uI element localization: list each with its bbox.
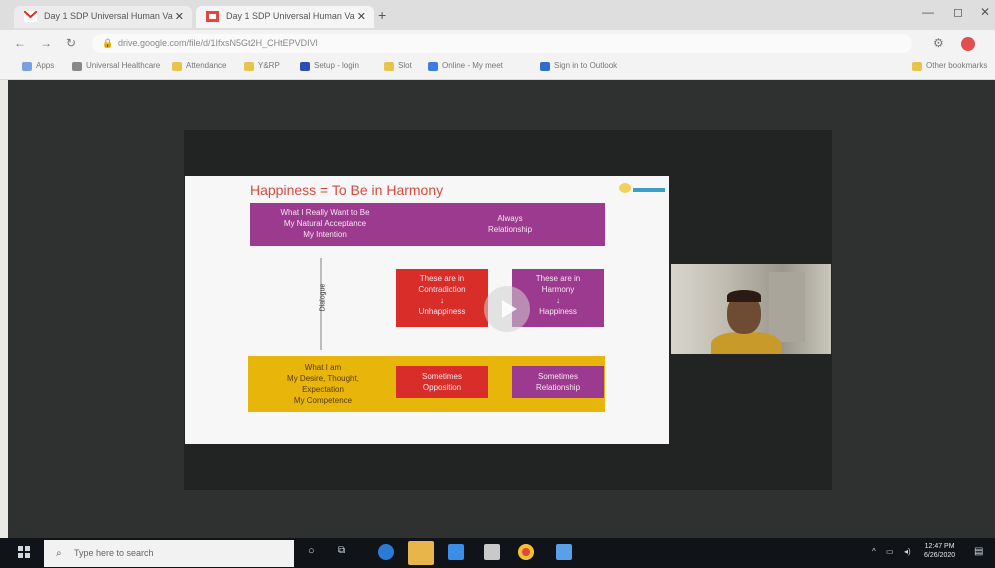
folder-icon bbox=[172, 62, 182, 71]
url-text: drive.google.com/file/d/1IfxsN5Gt2H_CHtE… bbox=[118, 38, 318, 48]
dialogue-label: Dialogue bbox=[319, 283, 327, 312]
folder-icon bbox=[244, 62, 254, 71]
extension-icon[interactable]: ⚙ bbox=[933, 36, 944, 50]
apps-icon bbox=[22, 62, 32, 71]
edge-icon[interactable] bbox=[378, 544, 394, 560]
bottom-band-left: What I am My Desire, Thought, Expectatio… bbox=[287, 363, 359, 405]
profile-avatar[interactable] bbox=[961, 37, 975, 51]
search-icon: ⌕ bbox=[56, 548, 62, 559]
lock-icon: 🔒 bbox=[102, 38, 114, 48]
bookmark-item[interactable]: Setup - login bbox=[300, 61, 359, 71]
chrome-icon[interactable] bbox=[518, 544, 534, 560]
taskbar: ⌕ Type here to search ○ ⧉ ^ ▭ ◂) 12:47 P… bbox=[0, 538, 995, 568]
slide-title: Happiness = To Be in Harmony bbox=[250, 182, 444, 198]
bookmark-item[interactable]: Slot bbox=[384, 61, 412, 71]
bookmark-item[interactable]: Apps bbox=[22, 61, 54, 71]
window-close-icon[interactable]: ✕ bbox=[980, 5, 990, 19]
folder-icon bbox=[384, 62, 394, 71]
maximize-icon[interactable]: ◻ bbox=[953, 5, 963, 19]
tray-chevron-icon[interactable]: ^ bbox=[872, 547, 876, 556]
slides-icon bbox=[206, 11, 219, 22]
play-button[interactable] bbox=[484, 286, 530, 332]
notifications-icon[interactable]: ▤ bbox=[974, 546, 983, 557]
bookmark-item[interactable]: Universal Healthcare bbox=[72, 61, 160, 71]
logo-bar bbox=[633, 188, 665, 192]
page-icon bbox=[72, 62, 82, 71]
search-placeholder: Type here to search bbox=[74, 548, 154, 558]
logo-icon bbox=[619, 183, 631, 193]
close-icon[interactable]: ✕ bbox=[357, 10, 366, 23]
task-view-icon[interactable]: ⧉ bbox=[338, 545, 345, 556]
gmail-icon bbox=[24, 11, 37, 22]
minimize-icon[interactable]: — bbox=[922, 5, 934, 19]
tab-label: Day 1 SDP Universal Human Va bbox=[44, 11, 173, 21]
bookmark-item[interactable]: Online - My meet bbox=[428, 61, 503, 71]
forward-icon[interactable]: → bbox=[40, 36, 52, 50]
tab-slides[interactable]: Day 1 SDP Universal Human Va ✕ bbox=[196, 6, 374, 28]
bookmark-item[interactable]: Y&RP bbox=[244, 61, 280, 71]
play-icon bbox=[502, 300, 517, 318]
outlook-icon bbox=[540, 62, 550, 71]
url-input[interactable]: 🔒 drive.google.com/file/d/1IfxsN5Gt2H_CH… bbox=[92, 34, 912, 53]
tab-gmail[interactable]: Day 1 SDP Universal Human Va ✕ bbox=[14, 6, 192, 28]
presentation-slide: Happiness = To Be in Harmony What I Real… bbox=[185, 176, 669, 444]
tab-label: Day 1 SDP Universal Human Va bbox=[226, 11, 355, 21]
taskbar-search-input[interactable]: ⌕ Type here to search bbox=[44, 540, 294, 567]
participant-video[interactable] bbox=[671, 264, 831, 354]
top-band: What I Really Want to Be My Natural Acce… bbox=[250, 203, 605, 246]
folder-icon bbox=[912, 62, 922, 71]
bookmark-item[interactable]: Attendance bbox=[172, 61, 226, 71]
network-icon[interactable]: ▭ bbox=[886, 547, 894, 556]
video-door bbox=[769, 272, 805, 342]
address-bar-row: ← → ↻ 🔒 drive.google.com/file/d/1IfxsN5G… bbox=[0, 30, 995, 57]
participant-hair bbox=[727, 290, 761, 302]
page-icon bbox=[428, 62, 438, 71]
taskbar-clock[interactable]: 12:47 PM 6/26/2020 bbox=[924, 542, 955, 560]
windows-start-icon[interactable] bbox=[18, 546, 30, 558]
participant-body bbox=[711, 332, 781, 354]
bookmark-item[interactable]: Other bookmarks bbox=[912, 61, 987, 71]
file-explorer-icon[interactable] bbox=[408, 541, 434, 565]
top-band-right: Always Relationship bbox=[487, 214, 533, 234]
volume-icon[interactable]: ◂) bbox=[904, 547, 911, 556]
photos-icon[interactable] bbox=[556, 544, 572, 560]
cortana-icon[interactable]: ○ bbox=[308, 545, 315, 557]
bookmark-item[interactable]: Sign in to Outlook bbox=[540, 61, 617, 71]
browser-tab-bar: Day 1 SDP Universal Human Va ✕ Day 1 SDP… bbox=[0, 0, 995, 30]
page-icon bbox=[300, 62, 310, 71]
close-icon[interactable]: ✕ bbox=[175, 10, 184, 23]
mail-icon[interactable] bbox=[448, 544, 464, 560]
contradiction-box: These are in Contradiction ↓ Unhappiness bbox=[396, 269, 488, 327]
new-tab-button[interactable]: + bbox=[378, 7, 386, 23]
store-icon[interactable] bbox=[484, 544, 500, 560]
reload-icon[interactable]: ↻ bbox=[66, 36, 76, 50]
relationship-box: Sometimes Relationship bbox=[512, 366, 604, 398]
bookmarks-bar: Apps Universal Healthcare Attendance Y&R… bbox=[0, 57, 995, 80]
opposition-box: Sometimes Opposition bbox=[396, 366, 488, 398]
back-icon[interactable]: ← bbox=[14, 36, 26, 50]
top-band-left: What I Really Want to Be My Natural Acce… bbox=[280, 208, 370, 239]
